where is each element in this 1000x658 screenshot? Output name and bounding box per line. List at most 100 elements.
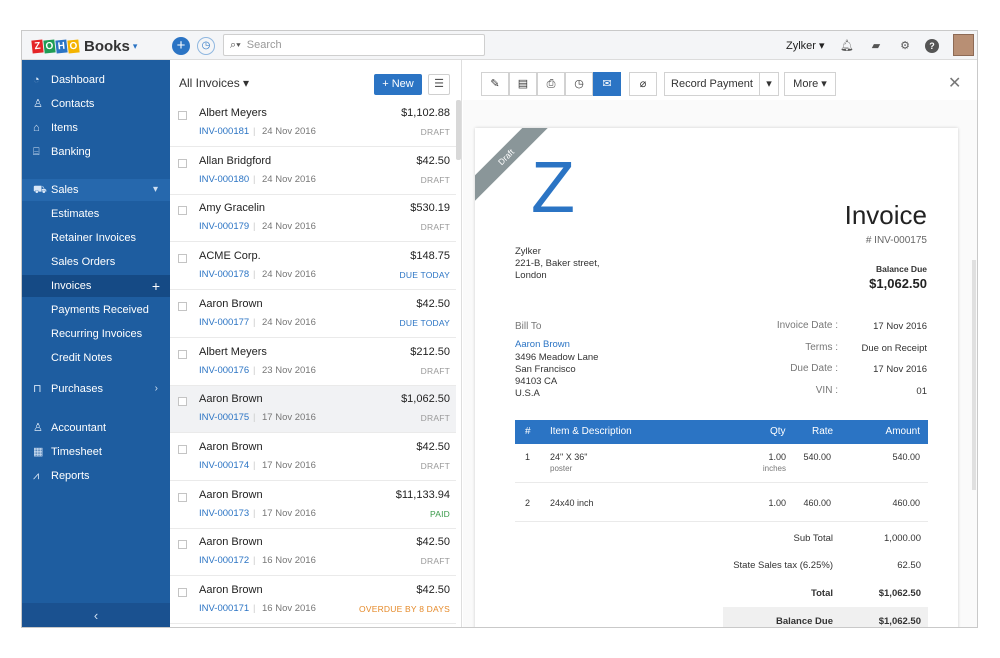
invoice-amount: $1,102.88	[401, 107, 450, 119]
table-row[interactable]: Aaron Brown INV-000173 | 17 Nov 2016 $11,133…	[170, 482, 456, 529]
sidebar-item-contacts[interactable]: ♙ Contacts	[22, 93, 170, 115]
invoice-number: # INV-000175	[865, 235, 927, 246]
table-row[interactable]: Aaron Brown INV-000171 | 16 Nov 2016 $42.50 O…	[170, 577, 456, 624]
row-checkbox[interactable]	[178, 492, 187, 502]
row-checkbox[interactable]	[178, 254, 187, 264]
row-checkbox[interactable]	[178, 301, 187, 311]
pdf-button[interactable]: ▤	[509, 72, 537, 96]
invoice-number-link[interactable]: INV-000176	[199, 365, 249, 376]
table-row[interactable]: Allan Bridgford INV-000180 | 24 Nov 2016 $42…	[170, 148, 456, 195]
invoice-amount: $212.50	[410, 345, 450, 358]
table-row[interactable]: Albert Meyers INV-000181 | 24 Nov 2016 $1,10…	[170, 100, 456, 147]
row-checkbox[interactable]	[178, 540, 187, 550]
sidebar-item-credit-notes[interactable]: Credit Notes	[22, 347, 170, 369]
reminder-button[interactable]: ◷	[565, 72, 593, 96]
table-row[interactable]: Albert Meyers INV-000176 | 23 Nov 2016 $212.…	[170, 339, 456, 386]
organization-switcher[interactable]: Zylker ▾	[786, 39, 825, 52]
gear-icon[interactable]: ⚙	[898, 39, 912, 53]
separator: |	[253, 364, 256, 376]
col-number: #	[525, 426, 531, 437]
collapse-sidebar-button[interactable]: ‹	[22, 603, 170, 627]
list-menu-button[interactable]: ☰	[428, 74, 450, 95]
invoice-number-link[interactable]: INV-000173	[199, 508, 249, 519]
more-button[interactable]: More ▾	[784, 72, 836, 96]
cart-icon: ⛟	[33, 184, 47, 196]
invoice-amount: $530.19	[410, 202, 450, 215]
invoice-number-link[interactable]: INV-000172	[199, 555, 249, 566]
sidebar-item-estimates[interactable]: Estimates	[22, 203, 170, 225]
record-payment-button[interactable]: Record Payment	[664, 72, 760, 96]
row-checkbox[interactable]	[178, 206, 187, 216]
sidebar-item-sales[interactable]: ⛟ Sales ▾	[22, 179, 170, 201]
avatar[interactable]	[953, 34, 974, 56]
sidebar-item-banking[interactable]: ⌸ Banking	[22, 141, 170, 163]
add-invoice-icon[interactable]: +	[152, 275, 160, 297]
invoice-number-link[interactable]: INV-000171	[199, 603, 249, 614]
print-button[interactable]: ⎙	[537, 72, 565, 96]
sidebar-item-accountant[interactable]: ♙ Accountant	[22, 417, 170, 439]
sidebar-item-items[interactable]: ⌂ Items	[22, 117, 170, 139]
from-name: Zylker	[515, 246, 541, 257]
folder-icon[interactable]: ▰	[869, 39, 883, 53]
row-checkbox[interactable]	[178, 397, 187, 407]
row-checkbox[interactable]	[178, 444, 187, 454]
bag-icon: ⊓	[33, 383, 42, 395]
item-number: 2	[525, 498, 531, 508]
row-checkbox[interactable]	[178, 111, 187, 120]
list-scrollbar[interactable]	[456, 100, 461, 160]
table-row[interactable]: ACME Corp. INV-000178 | 24 Nov 2016 $148.75 D…	[170, 243, 456, 291]
quick-create-button[interactable]: +	[172, 37, 190, 55]
close-icon[interactable]: ✕	[948, 73, 961, 93]
sidebar-item-label: Invoices	[51, 280, 92, 292]
separator: |	[253, 555, 256, 567]
customer-name: ACME Corp.	[199, 250, 261, 263]
detail-scrollbar[interactable]	[972, 260, 976, 490]
edit-button[interactable]: ✎	[481, 72, 509, 96]
bell-icon[interactable]: 🔔︎	[840, 39, 854, 53]
search-input[interactable]: ⌕▾ Search	[223, 34, 485, 56]
send-email-button[interactable]: ✉	[593, 72, 621, 96]
row-checkbox[interactable]	[178, 158, 187, 168]
sidebar: ◔ Dashboard ♙ Contacts ⌂ Items ⌸ Banking ⛟ Sa…	[22, 60, 170, 627]
row-checkbox[interactable]	[178, 588, 187, 597]
sidebar-item-retainer-invoices[interactable]: Retainer Invoices	[22, 227, 170, 249]
table-row[interactable]: Aaron Brown INV-000175 | 17 Nov 2016 $1,062.…	[170, 386, 456, 434]
sidebar-item-sales-orders[interactable]: Sales Orders	[22, 251, 170, 273]
attach-button[interactable]: ⌀	[629, 72, 657, 96]
table-row[interactable]: Amy Gracelin INV-000179 | 24 Nov 2016 $530.1…	[170, 195, 456, 243]
record-payment-dropdown[interactable]: ▾	[759, 72, 779, 96]
bill-to-customer-link[interactable]: Aaron Brown	[515, 339, 570, 350]
recent-history-button[interactable]: ◷	[197, 37, 215, 55]
item-number: 1	[525, 452, 531, 462]
sidebar-item-recurring-invoices[interactable]: Recurring Invoices	[22, 323, 170, 345]
invoice-number-link[interactable]: INV-000175	[199, 412, 249, 423]
invoice-number-link[interactable]: INV-000174	[199, 460, 249, 471]
row-checkbox[interactable]	[178, 349, 187, 359]
sidebar-item-timesheet[interactable]: ▦ Timesheet	[22, 441, 170, 463]
from-address-line: 221-B, Baker street,	[515, 258, 600, 269]
sidebar-item-reports[interactable]: ⩘ Reports	[22, 465, 170, 487]
invoice-number-link[interactable]: INV-000179	[199, 221, 249, 232]
sidebar-item-payments-received[interactable]: Payments Received	[22, 299, 170, 321]
app-window: Z O H O Books ▾ + ◷ ⌕▾ Search Zylker ▾ 🔔︎…	[21, 30, 978, 628]
sidebar-item-purchases[interactable]: ⊓ Purchases ›	[22, 378, 170, 400]
invoice-number-link[interactable]: INV-000181	[199, 126, 249, 137]
help-icon[interactable]: ?	[925, 39, 939, 53]
sidebar-item-dashboard[interactable]: ◔ Dashboard	[22, 69, 170, 91]
hamburger-icon: ☰	[434, 78, 444, 90]
logo-tile: Z	[31, 38, 44, 54]
sidebar-item-invoices[interactable]: Invoices +	[22, 275, 170, 297]
list-view-selector[interactable]: All Invoices ▾	[179, 76, 249, 90]
status-badge: DUE TODAY	[399, 270, 450, 281]
invoice-number-link[interactable]: INV-000180	[199, 174, 249, 185]
table-row[interactable]: Aaron Brown INV-000172 | 16 Nov 2016 $42.50 D…	[170, 529, 456, 577]
due-date-value: 17 Nov 2016	[873, 364, 927, 375]
new-invoice-button[interactable]: + New	[374, 74, 422, 95]
invoice-number-link[interactable]: INV-000178	[199, 269, 249, 280]
table-row[interactable]: Aaron Brown INV-000177 | 24 Nov 2016 $42.50 D…	[170, 291, 456, 338]
sidebar-item-label: Dashboard	[51, 74, 105, 86]
table-row[interactable]: Aaron Brown INV-000174 | 17 Nov 2016 $42.50 D…	[170, 434, 456, 481]
balance-due-row-value: $1,062.50	[878, 616, 921, 627]
invoice-number-link[interactable]: INV-000177	[199, 317, 249, 328]
zoho-books-logo[interactable]: Z O H O Books ▾	[31, 37, 137, 55]
